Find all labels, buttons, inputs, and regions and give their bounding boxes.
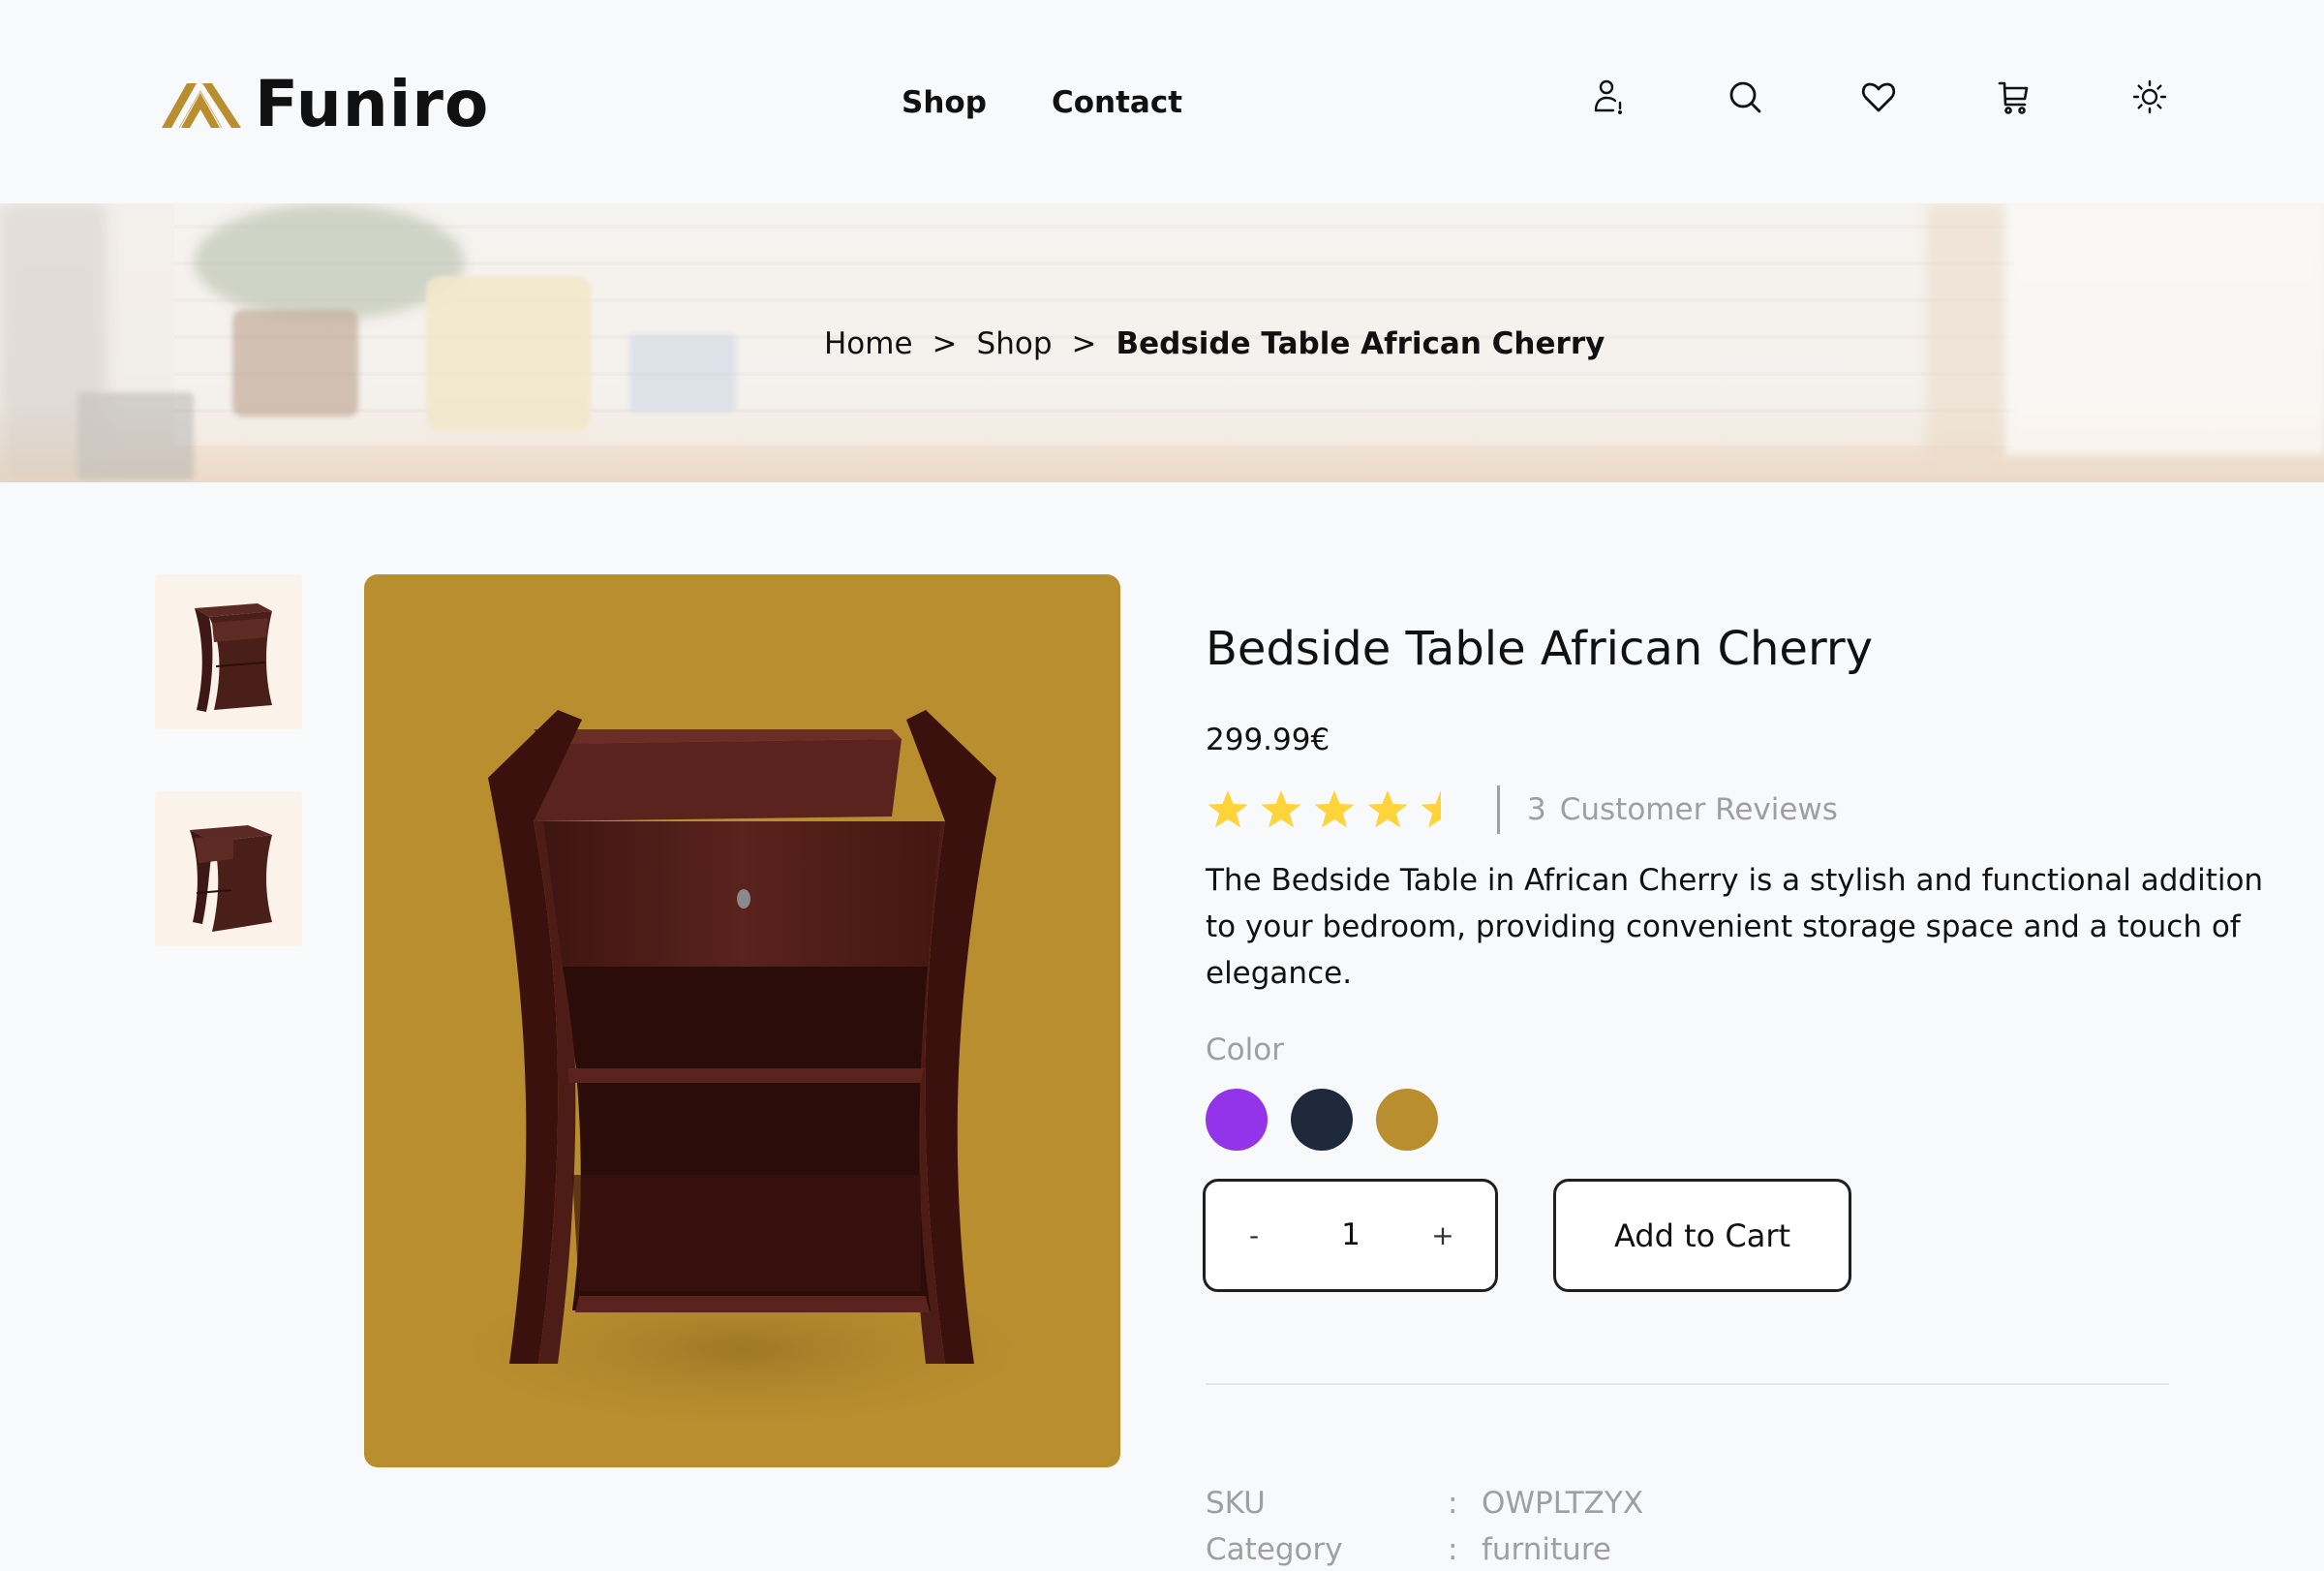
product-description: The Bedside Table in African Cherry is a… bbox=[1206, 857, 2264, 997]
account-alert-icon bbox=[1594, 79, 1623, 115]
star-full-icon bbox=[1261, 790, 1301, 828]
product-price: 299.99€ bbox=[1206, 723, 1330, 757]
meta-value: furniture bbox=[1482, 1532, 1611, 1567]
color-swatch-purple[interactable] bbox=[1206, 1089, 1268, 1151]
quantity-stepper: - + bbox=[1203, 1179, 1498, 1292]
quantity-input[interactable] bbox=[1307, 1182, 1394, 1289]
quantity-increase-button[interactable]: + bbox=[1414, 1182, 1472, 1289]
review-label: Customer Reviews bbox=[1559, 792, 1838, 827]
section-divider bbox=[1206, 1383, 2169, 1385]
star-full-icon bbox=[1367, 790, 1408, 828]
bedside-table-image bbox=[422, 710, 1061, 1436]
quantity-decrease-button[interactable]: - bbox=[1225, 1182, 1283, 1289]
rating-divider bbox=[1497, 786, 1500, 834]
theme-toggle-button[interactable] bbox=[2128, 76, 2171, 118]
search-icon bbox=[1729, 81, 1761, 113]
search-button[interactable] bbox=[1724, 76, 1766, 118]
heart-icon bbox=[1861, 82, 1896, 112]
add-to-cart-button[interactable]: Add to Cart bbox=[1553, 1179, 1851, 1292]
breadcrumb-current: Bedside Table African Cherry bbox=[1116, 326, 1605, 361]
breadcrumb-shop[interactable]: Shop bbox=[977, 326, 1053, 361]
review-count: 3 bbox=[1527, 792, 1546, 827]
breadcrumb-separator: > bbox=[932, 326, 958, 361]
meta-value: OWPLTZYX bbox=[1482, 1486, 1644, 1521]
description-line: to your bedroom, providing convenient st… bbox=[1206, 909, 2241, 944]
breadcrumb-separator: > bbox=[1071, 326, 1097, 361]
bedside-table-thumbnail-image bbox=[190, 825, 272, 932]
product-main-image bbox=[364, 574, 1120, 1467]
wishlist-button[interactable] bbox=[1857, 76, 1900, 118]
star-full-icon bbox=[1208, 790, 1248, 828]
color-swatch-navy[interactable] bbox=[1291, 1089, 1353, 1151]
star-full-icon bbox=[1314, 790, 1355, 828]
meta-colon: : bbox=[1448, 1486, 1458, 1521]
description-line: elegance. bbox=[1206, 956, 1353, 991]
color-swatch-gold[interactable] bbox=[1376, 1089, 1438, 1151]
product-thumbnail-1[interactable] bbox=[155, 574, 302, 729]
account-button[interactable] bbox=[1588, 76, 1631, 118]
star-half-icon bbox=[1421, 790, 1441, 828]
breadcrumb: Home > Shop > Bedside Table African Cher… bbox=[824, 320, 1605, 368]
cart-icon bbox=[1998, 81, 2029, 114]
nav-link-contact[interactable]: Contact bbox=[1052, 81, 1182, 124]
product-thumbnail-2[interactable] bbox=[155, 791, 302, 946]
meta-colon: : bbox=[1448, 1532, 1458, 1567]
funiro-logo-icon bbox=[162, 83, 241, 129]
brand-name: Funiro bbox=[255, 67, 490, 141]
bedside-table-thumbnail-image bbox=[195, 603, 272, 712]
breadcrumb-home[interactable]: Home bbox=[824, 326, 913, 361]
site-header: Funiro Shop Contact bbox=[0, 0, 2324, 203]
meta-key: SKU bbox=[1206, 1486, 1266, 1521]
customer-reviews-link[interactable]: 3 Customer Reviews bbox=[1527, 788, 1838, 831]
meta-key: Category bbox=[1206, 1532, 1343, 1567]
description-line: The Bedside Table in African Cherry is a… bbox=[1206, 863, 2264, 898]
product-title: Bedside Table African Cherry bbox=[1206, 622, 1873, 676]
color-label: Color bbox=[1206, 1032, 1284, 1067]
brand-logo[interactable]: Funiro bbox=[158, 68, 489, 141]
rating-row: 3 Customer Reviews bbox=[1206, 785, 1838, 835]
cart-button[interactable] bbox=[1993, 76, 2035, 118]
sun-icon bbox=[2132, 79, 2167, 114]
rating-stars bbox=[1206, 788, 1472, 831]
nav-link-shop[interactable]: Shop bbox=[902, 81, 987, 124]
